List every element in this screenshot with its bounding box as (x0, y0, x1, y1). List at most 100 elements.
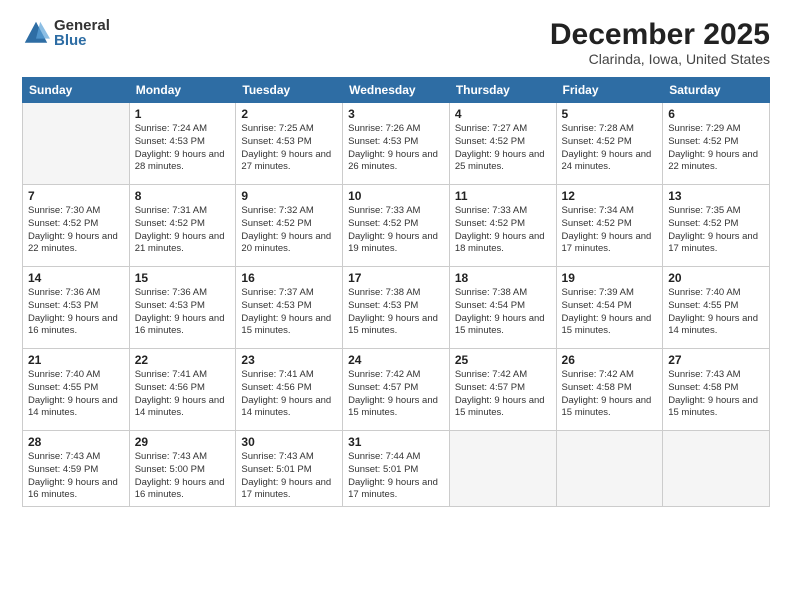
header-saturday: Saturday (663, 78, 770, 103)
day-cell (663, 431, 770, 507)
day-number: 13 (668, 189, 764, 203)
day-cell: 6Sunrise: 7:29 AMSunset: 4:52 PMDaylight… (663, 103, 770, 185)
day-number: 29 (135, 435, 231, 449)
day-cell: 23 Sunrise: 7:41 AMSunset: 4:56 PMDayligh… (236, 349, 343, 431)
day-number: 27 (668, 353, 764, 367)
month-title: December 2025 (550, 18, 770, 51)
day-info: Sunrise: 7:35 AMSunset: 4:52 PMDaylight:… (668, 205, 764, 256)
day-cell (449, 431, 556, 507)
day-number: 18 (455, 271, 551, 285)
day-cell: 10 Sunrise: 7:33 AMSunset: 4:52 PMDayligh… (343, 185, 450, 267)
day-info: Sunrise: 7:40 AMSunset: 4:55 PMDaylight:… (28, 369, 124, 420)
day-cell: 21 Sunrise: 7:40 AMSunset: 4:55 PMDayligh… (23, 349, 130, 431)
day-cell (23, 103, 130, 185)
day-info: Sunrise: 7:41 AMSunset: 4:56 PMDaylight:… (135, 369, 231, 420)
day-cell: 19Sunrise: 7:39 AMSunset: 4:54 PMDayligh… (556, 267, 663, 349)
day-number: 15 (135, 271, 231, 285)
day-number: 12 (562, 189, 658, 203)
day-number: 2 (241, 107, 337, 121)
day-cell: 3Sunrise: 7:26 AMSunset: 4:53 PMDaylight… (343, 103, 450, 185)
day-info: Sunrise: 7:28 AMSunset: 4:52 PMDaylight:… (562, 123, 658, 174)
day-number: 26 (562, 353, 658, 367)
day-number: 22 (135, 353, 231, 367)
location: Clarinda, Iowa, United States (550, 51, 770, 67)
day-number: 7 (28, 189, 124, 203)
logo-general: General (54, 18, 110, 33)
day-cell: 30 Sunrise: 7:43 AMSunset: 5:01 PMDayligh… (236, 431, 343, 507)
logo-blue: Blue (54, 33, 110, 48)
day-number: 3 (348, 107, 444, 121)
day-number: 30 (241, 435, 337, 449)
day-info: Sunrise: 7:32 AMSunset: 4:52 PMDaylight:… (241, 205, 337, 256)
week-row-2: 7 Sunrise: 7:30 AMSunset: 4:52 PMDaylight… (23, 185, 770, 267)
day-cell: 22 Sunrise: 7:41 AMSunset: 4:56 PMDayligh… (129, 349, 236, 431)
day-number: 24 (348, 353, 444, 367)
header-thursday: Thursday (449, 78, 556, 103)
day-info: Sunrise: 7:25 AMSunset: 4:53 PMDaylight:… (241, 123, 337, 174)
day-number: 17 (348, 271, 444, 285)
day-info: Sunrise: 7:30 AMSunset: 4:52 PMDaylight:… (28, 205, 124, 256)
day-number: 10 (348, 189, 444, 203)
calendar-header-row: SundayMondayTuesdayWednesdayThursdayFrid… (23, 78, 770, 103)
day-info: Sunrise: 7:29 AMSunset: 4:52 PMDaylight:… (668, 123, 764, 174)
day-cell: 17 Sunrise: 7:38 AMSunset: 4:53 PMDayligh… (343, 267, 450, 349)
day-cell: 5 Sunrise: 7:28 AMSunset: 4:52 PMDaylight… (556, 103, 663, 185)
day-cell: 14 Sunrise: 7:36 AMSunset: 4:53 PMDayligh… (23, 267, 130, 349)
day-info: Sunrise: 7:33 AMSunset: 4:52 PMDaylight:… (455, 205, 551, 256)
day-cell: 24Sunrise: 7:42 AMSunset: 4:57 PMDayligh… (343, 349, 450, 431)
day-info: Sunrise: 7:38 AMSunset: 4:53 PMDaylight:… (348, 287, 444, 338)
day-info: Sunrise: 7:40 AMSunset: 4:55 PMDaylight:… (668, 287, 764, 338)
header-monday: Monday (129, 78, 236, 103)
day-cell: 26Sunrise: 7:42 AMSunset: 4:58 PMDayligh… (556, 349, 663, 431)
day-cell: 7 Sunrise: 7:30 AMSunset: 4:52 PMDaylight… (23, 185, 130, 267)
day-info: Sunrise: 7:38 AMSunset: 4:54 PMDaylight:… (455, 287, 551, 338)
day-info: Sunrise: 7:24 AMSunset: 4:53 PMDaylight:… (135, 123, 231, 174)
day-number: 14 (28, 271, 124, 285)
day-info: Sunrise: 7:43 AMSunset: 5:00 PMDaylight:… (135, 451, 231, 502)
day-cell: 12 Sunrise: 7:34 AMSunset: 4:52 PMDayligh… (556, 185, 663, 267)
header-wednesday: Wednesday (343, 78, 450, 103)
logo-text: General Blue (54, 18, 110, 48)
header-tuesday: Tuesday (236, 78, 343, 103)
day-cell: 31 Sunrise: 7:44 AMSunset: 5:01 PMDayligh… (343, 431, 450, 507)
day-info: Sunrise: 7:36 AMSunset: 4:53 PMDaylight:… (28, 287, 124, 338)
header: General Blue December 2025 Clarinda, Iow… (22, 18, 770, 67)
day-number: 19 (562, 271, 658, 285)
day-info: Sunrise: 7:34 AMSunset: 4:52 PMDaylight:… (562, 205, 658, 256)
day-info: Sunrise: 7:36 AMSunset: 4:53 PMDaylight:… (135, 287, 231, 338)
day-number: 9 (241, 189, 337, 203)
day-cell: 2 Sunrise: 7:25 AMSunset: 4:53 PMDaylight… (236, 103, 343, 185)
day-info: Sunrise: 7:43 AMSunset: 5:01 PMDaylight:… (241, 451, 337, 502)
day-number: 20 (668, 271, 764, 285)
day-cell: 28 Sunrise: 7:43 AMSunset: 4:59 PMDayligh… (23, 431, 130, 507)
week-row-5: 28 Sunrise: 7:43 AMSunset: 4:59 PMDayligh… (23, 431, 770, 507)
day-number: 21 (28, 353, 124, 367)
day-cell: 29 Sunrise: 7:43 AMSunset: 5:00 PMDayligh… (129, 431, 236, 507)
day-cell: 16Sunrise: 7:37 AMSunset: 4:53 PMDayligh… (236, 267, 343, 349)
day-cell: 20 Sunrise: 7:40 AMSunset: 4:55 PMDayligh… (663, 267, 770, 349)
day-number: 8 (135, 189, 231, 203)
title-block: December 2025 Clarinda, Iowa, United Sta… (550, 18, 770, 67)
page: General Blue December 2025 Clarinda, Iow… (0, 0, 792, 612)
logo: General Blue (22, 18, 110, 48)
day-cell: 4Sunrise: 7:27 AMSunset: 4:52 PMDaylight… (449, 103, 556, 185)
day-info: Sunrise: 7:42 AMSunset: 4:57 PMDaylight:… (455, 369, 551, 420)
day-number: 31 (348, 435, 444, 449)
day-info: Sunrise: 7:41 AMSunset: 4:56 PMDaylight:… (241, 369, 337, 420)
calendar: SundayMondayTuesdayWednesdayThursdayFrid… (22, 77, 770, 507)
day-number: 5 (562, 107, 658, 121)
day-number: 28 (28, 435, 124, 449)
day-cell: 18 Sunrise: 7:38 AMSunset: 4:54 PMDayligh… (449, 267, 556, 349)
day-info: Sunrise: 7:33 AMSunset: 4:52 PMDaylight:… (348, 205, 444, 256)
day-info: Sunrise: 7:44 AMSunset: 5:01 PMDaylight:… (348, 451, 444, 502)
day-cell: 11Sunrise: 7:33 AMSunset: 4:52 PMDayligh… (449, 185, 556, 267)
day-cell: 8Sunrise: 7:31 AMSunset: 4:52 PMDaylight… (129, 185, 236, 267)
day-cell: 13 Sunrise: 7:35 AMSunset: 4:52 PMDayligh… (663, 185, 770, 267)
day-cell: 9 Sunrise: 7:32 AMSunset: 4:52 PMDaylight… (236, 185, 343, 267)
day-number: 23 (241, 353, 337, 367)
header-friday: Friday (556, 78, 663, 103)
day-cell: 27Sunrise: 7:43 AMSunset: 4:58 PMDayligh… (663, 349, 770, 431)
header-sunday: Sunday (23, 78, 130, 103)
day-info: Sunrise: 7:43 AMSunset: 4:59 PMDaylight:… (28, 451, 124, 502)
day-number: 4 (455, 107, 551, 121)
